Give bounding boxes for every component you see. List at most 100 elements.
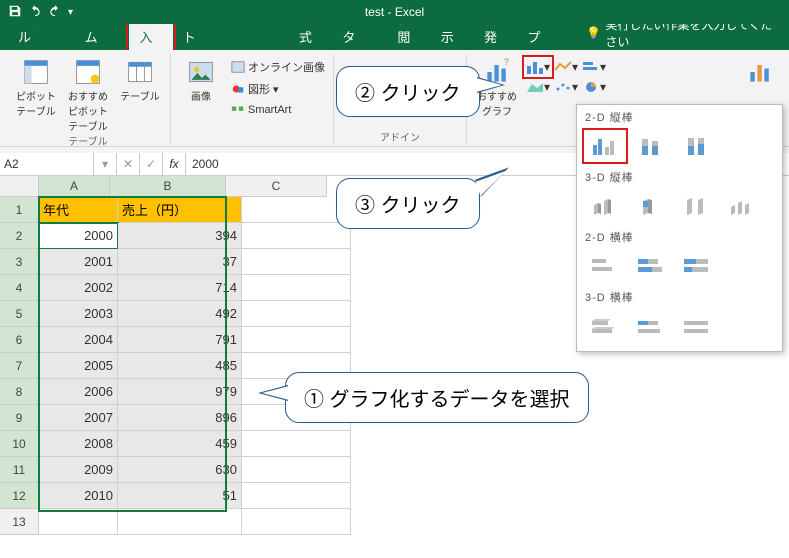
cell-A10[interactable]: 2008: [39, 431, 118, 457]
cell-C2[interactable]: [242, 223, 351, 249]
svg-text:?: ?: [504, 58, 509, 67]
cell-C4[interactable]: [242, 275, 351, 301]
stacked-bar-option[interactable]: [631, 251, 671, 281]
row-header-7[interactable]: 7: [0, 353, 39, 379]
row-header-5[interactable]: 5: [0, 301, 39, 327]
name-box-dropdown-icon[interactable]: ▾: [94, 153, 117, 175]
cell-A9[interactable]: 2007: [39, 405, 118, 431]
clustered-column-option[interactable]: [585, 131, 625, 161]
clustered-bar-option[interactable]: [585, 251, 625, 281]
cell-C5[interactable]: [242, 301, 351, 327]
pie-chart-button[interactable]: ▾: [581, 78, 607, 96]
title-bar: ▾ test - Excel: [0, 0, 789, 24]
cell-B12[interactable]: 51: [118, 483, 242, 509]
cell-A7[interactable]: 2005: [39, 353, 118, 379]
select-all-corner[interactable]: [0, 176, 39, 197]
row-header-13[interactable]: 13: [0, 509, 39, 535]
cell-A12[interactable]: 2010: [39, 483, 118, 509]
cell-B3[interactable]: 37: [118, 249, 242, 275]
online-pictures-button[interactable]: オンライン画像: [229, 58, 327, 76]
column-chart-button[interactable]: ▾: [525, 58, 551, 76]
cell-A6[interactable]: 2004: [39, 327, 118, 353]
scatter-chart-button[interactable]: ▾: [553, 78, 579, 96]
row-header-12[interactable]: 12: [0, 483, 39, 509]
group-illustrations: 画像 オンライン画像 図形 ▾ SmartArt: [171, 54, 334, 144]
redo-icon[interactable]: [48, 4, 62, 21]
line-chart-button[interactable]: ▾: [553, 58, 579, 76]
group-tables: ピボット テーブル おすすめ ピボットテーブル テーブル テーブル: [6, 54, 171, 144]
area-chart-button[interactable]: ▾: [525, 78, 551, 96]
shapes-button[interactable]: 図形 ▾: [229, 80, 327, 98]
3d-stacked-100-column-option[interactable]: [677, 191, 717, 221]
cell-B9[interactable]: 896: [118, 405, 242, 431]
cell-B13[interactable]: [118, 509, 242, 535]
cell-A13[interactable]: [39, 509, 118, 535]
cell-C12[interactable]: [242, 483, 351, 509]
column-header-c[interactable]: C: [226, 176, 327, 197]
cell-A8[interactable]: 2006: [39, 379, 118, 405]
row-header-3[interactable]: 3: [0, 249, 39, 275]
cell-A1[interactable]: 年代: [39, 197, 118, 223]
fx-icon[interactable]: fx: [163, 153, 186, 175]
name-box[interactable]: A2: [0, 153, 94, 175]
undo-icon[interactable]: [28, 4, 42, 21]
callout-step-2: ② クリック: [336, 66, 480, 117]
cell-C3[interactable]: [242, 249, 351, 275]
section-2d-column: 2-D 縦棒: [577, 105, 782, 127]
cell-C13[interactable]: [242, 509, 351, 535]
stacked-100-column-option[interactable]: [677, 131, 717, 161]
3d-clustered-bar-option[interactable]: [585, 311, 625, 341]
cell-B6[interactable]: 791: [118, 327, 242, 353]
cell-B8[interactable]: 979: [118, 379, 242, 405]
cell-C10[interactable]: [242, 431, 351, 457]
cell-C11[interactable]: [242, 457, 351, 483]
column-header-b[interactable]: B: [110, 176, 226, 197]
row-header-4[interactable]: 4: [0, 275, 39, 301]
row-header-11[interactable]: 11: [0, 457, 39, 483]
column-header-a[interactable]: A: [39, 176, 110, 197]
bar-chart-button[interactable]: ▾: [581, 58, 607, 76]
cell-B1[interactable]: 売上（円）: [118, 197, 242, 223]
qat-dropdown-icon[interactable]: ▾: [68, 7, 73, 18]
confirm-icon[interactable]: ✓: [140, 153, 163, 175]
window-title: test - Excel: [0, 5, 789, 19]
smartart-button[interactable]: SmartArt: [229, 102, 327, 118]
3d-column-option[interactable]: [723, 191, 763, 221]
cell-A11[interactable]: 2009: [39, 457, 118, 483]
pictures-button[interactable]: 画像: [177, 54, 225, 103]
3d-stacked-column-option[interactable]: [631, 191, 671, 221]
column-chart-dropdown: 2-D 縦棒 3-D 縦棒 2-D 横棒 3-D 横棒: [576, 104, 783, 352]
section-3d-column: 3-D 縦棒: [577, 165, 782, 187]
row-header-1[interactable]: 1: [0, 197, 39, 223]
3d-stacked-bar-option[interactable]: [631, 311, 671, 341]
cell-B4[interactable]: 714: [118, 275, 242, 301]
quick-access-toolbar: ▾: [8, 4, 73, 21]
cell-A3[interactable]: 2001: [39, 249, 118, 275]
table-button[interactable]: テーブル: [116, 54, 164, 103]
cell-A2[interactable]: 2000: [39, 223, 118, 249]
row-header-6[interactable]: 6: [0, 327, 39, 353]
cell-C1[interactable]: [242, 197, 351, 223]
cell-B10[interactable]: 459: [118, 431, 242, 457]
stacked-column-option[interactable]: [631, 131, 671, 161]
pivot-table-button[interactable]: ピボット テーブル: [12, 54, 60, 118]
cell-B11[interactable]: 630: [118, 457, 242, 483]
cell-B7[interactable]: 485: [118, 353, 242, 379]
cell-A4[interactable]: 2002: [39, 275, 118, 301]
3d-clustered-column-option[interactable]: [585, 191, 625, 221]
recommended-pivot-button[interactable]: おすすめ ピボットテーブル: [64, 54, 112, 133]
stacked-100-bar-option[interactable]: [677, 251, 717, 281]
callout-step-1: ① グラフ化するデータを選択: [285, 372, 589, 423]
cell-A5[interactable]: 2003: [39, 301, 118, 327]
3d-stacked-100-bar-option[interactable]: [677, 311, 717, 341]
callout-step-3: ③ クリック: [336, 178, 480, 229]
row-header-8[interactable]: 8: [0, 379, 39, 405]
row-header-9[interactable]: 9: [0, 405, 39, 431]
cell-C6[interactable]: [242, 327, 351, 353]
cancel-icon[interactable]: ✕: [117, 153, 140, 175]
cell-B2[interactable]: 394: [118, 223, 242, 249]
save-icon[interactable]: [8, 4, 22, 21]
row-header-2[interactable]: 2: [0, 223, 39, 249]
cell-B5[interactable]: 492: [118, 301, 242, 327]
row-header-10[interactable]: 10: [0, 431, 39, 457]
